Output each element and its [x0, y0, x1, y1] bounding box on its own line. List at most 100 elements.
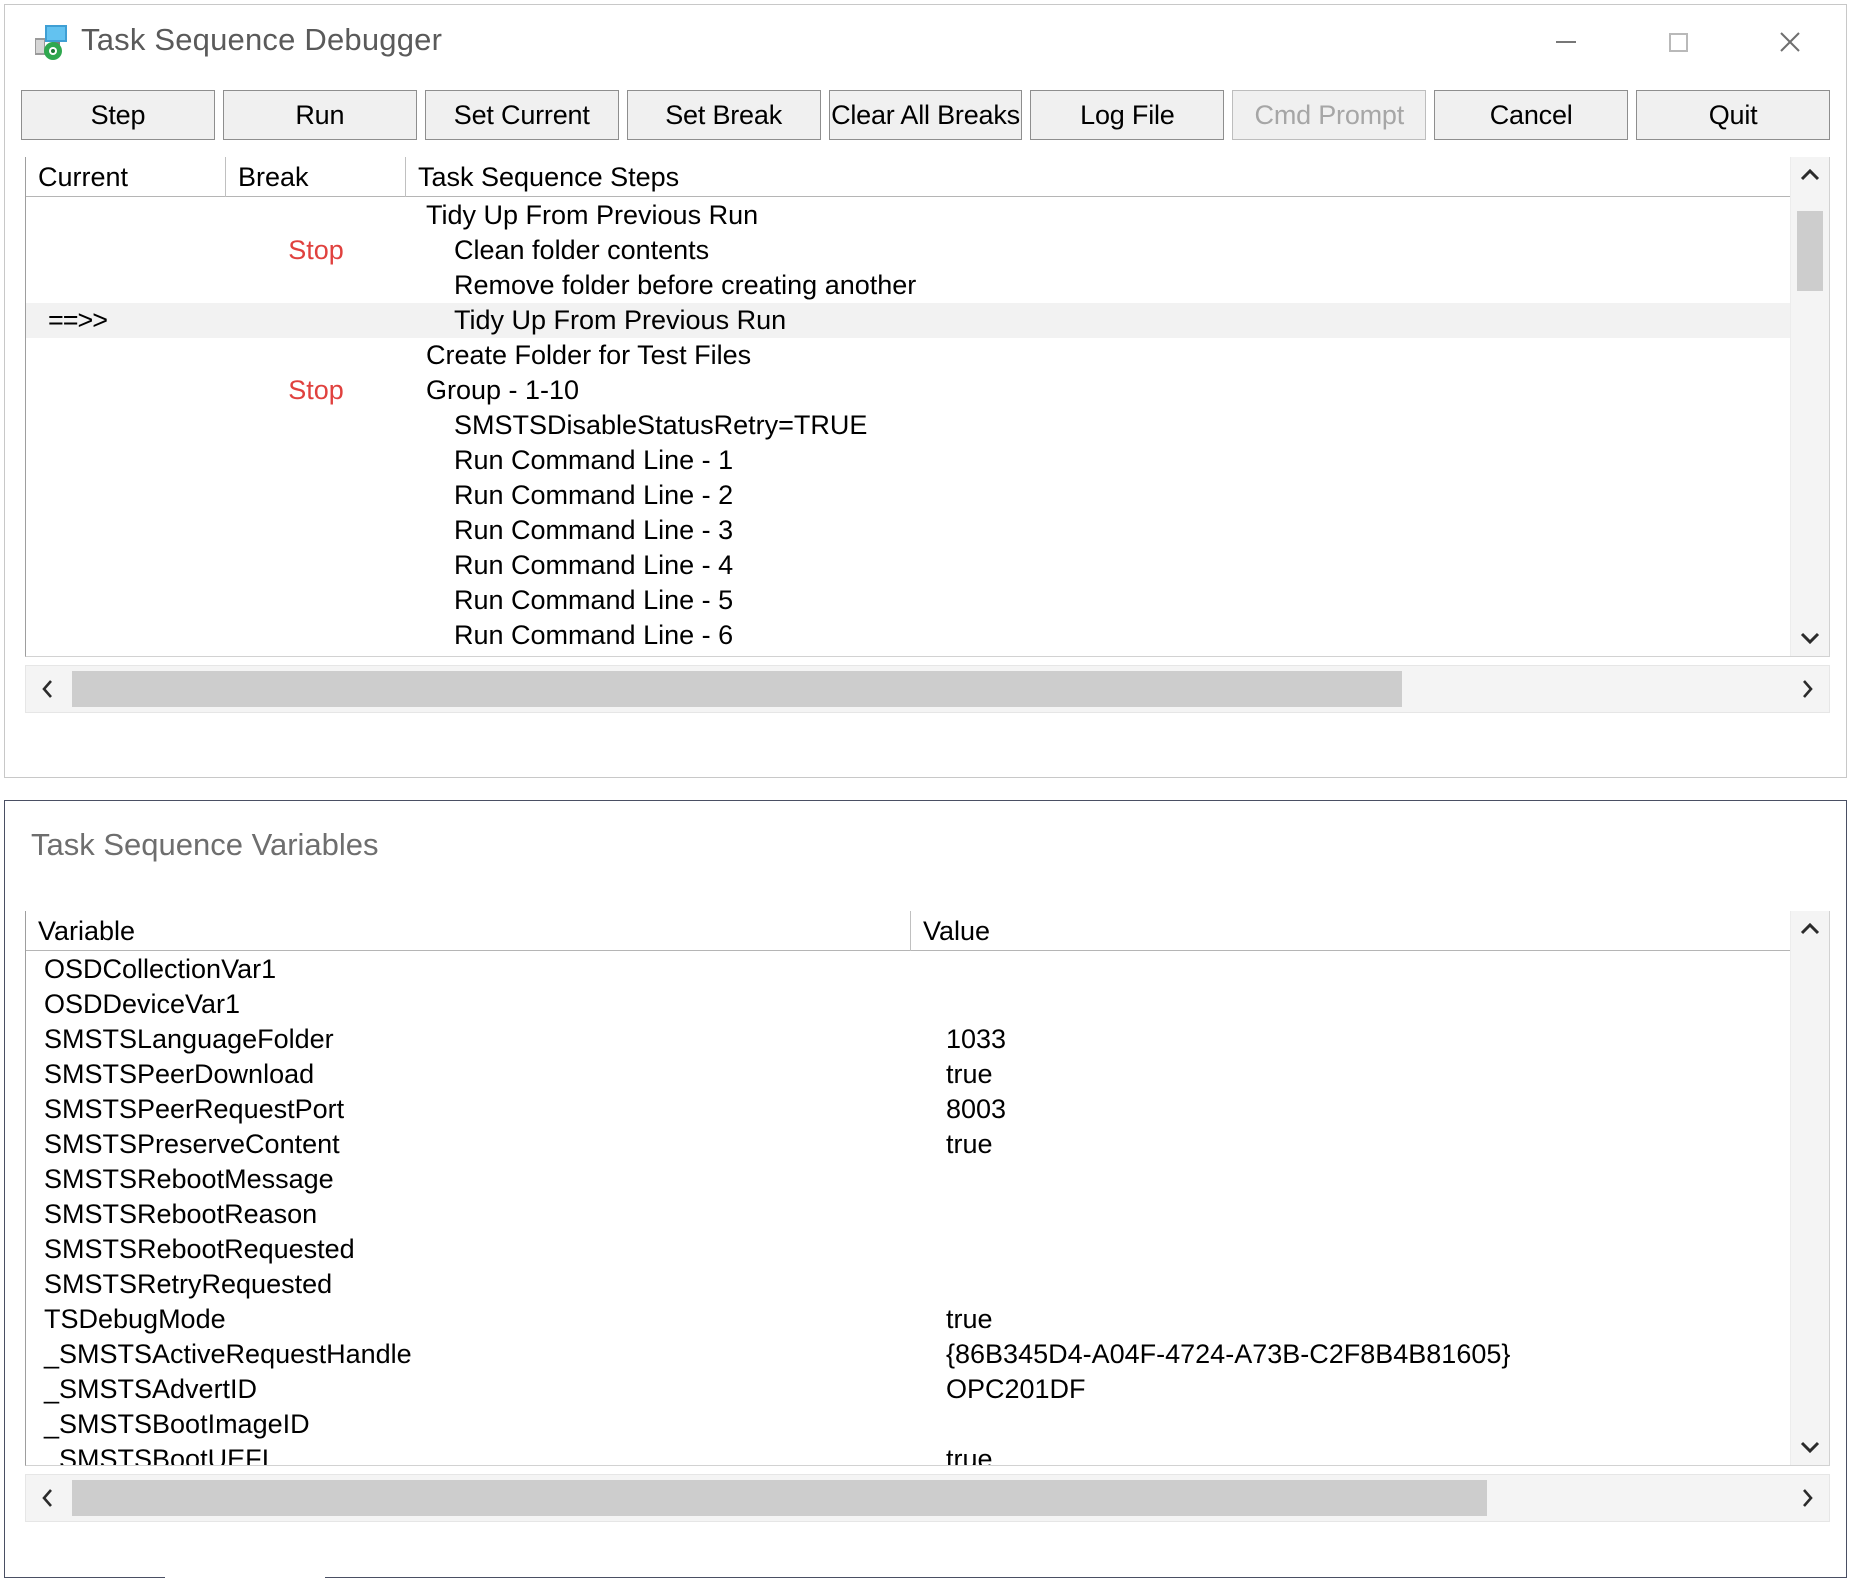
- scroll-down-icon[interactable]: [1791, 620, 1829, 656]
- step-name: SMSTSDisableStatusRetry=TRUE: [454, 408, 867, 443]
- task-step-row[interactable]: Run Command Line - 4: [26, 548, 1791, 583]
- window-bottom-edge: [165, 1577, 325, 1583]
- steps-rows-container: Tidy Up From Previous Run Stop Clean folde…: [26, 198, 1791, 656]
- variable-value: OPC201DF: [946, 1372, 1086, 1407]
- scroll-left-icon[interactable]: [26, 1475, 70, 1521]
- variables-panel-title: Task Sequence Variables: [31, 827, 379, 863]
- steps-horizontal-scrollbar[interactable]: [25, 665, 1830, 713]
- variable-name: SMSTSRebootRequested: [44, 1232, 355, 1267]
- variable-name: OSDDeviceVar1: [44, 987, 240, 1022]
- variables-vertical-scrollbar[interactable]: [1790, 911, 1829, 1465]
- variable-row[interactable]: SMSTSPeerDownload true: [26, 1057, 1791, 1092]
- set-current-button[interactable]: Set Current: [425, 90, 619, 140]
- variable-row[interactable]: SMSTSRetryRequested: [26, 1267, 1791, 1302]
- task-step-row[interactable]: Remove folder before creating another: [26, 268, 1791, 303]
- task-step-row[interactable]: SMSTSDisableStatusRetry=TRUE: [26, 408, 1791, 443]
- scroll-right-icon[interactable]: [1785, 666, 1829, 712]
- scroll-right-icon[interactable]: [1785, 1475, 1829, 1521]
- variable-value: 1033: [946, 1022, 1006, 1057]
- scroll-up-icon[interactable]: [1791, 911, 1829, 947]
- step-name: Run Command Line - 4: [454, 548, 733, 583]
- variable-row[interactable]: SMSTSPreserveContent true: [26, 1127, 1791, 1162]
- task-step-row[interactable]: Run Command Line - 1: [26, 443, 1791, 478]
- task-sequence-variables-listview: Variable Value OSDCollectionVar1OSDDevic…: [25, 911, 1830, 1466]
- column-header-value[interactable]: Value: [911, 911, 1791, 951]
- log-file-button[interactable]: Log File: [1030, 90, 1224, 140]
- maximize-icon[interactable]: [1622, 5, 1734, 79]
- task-step-row[interactable]: StopGroup - 1-10: [26, 373, 1791, 408]
- variable-row[interactable]: _SMSTSBootUEFItrue: [26, 1442, 1791, 1465]
- variable-name: SMSTSPreserveContent: [44, 1127, 340, 1162]
- variable-row[interactable]: _SMSTSActiveRequestHandle {86B345D4-A04F-…: [26, 1337, 1791, 1372]
- task-step-row[interactable]: Run Command Line - 5: [26, 583, 1791, 618]
- scroll-up-icon[interactable]: [1791, 157, 1829, 193]
- steps-scroll-thumb[interactable]: [1797, 211, 1823, 291]
- variable-row[interactable]: SMSTSLanguageFolder1033: [26, 1022, 1791, 1057]
- scroll-down-icon[interactable]: [1791, 1429, 1829, 1465]
- step-name: Tidy Up From Previous Run: [454, 303, 786, 338]
- scroll-left-icon[interactable]: [26, 666, 70, 712]
- steps-hscroll-thumb[interactable]: [72, 671, 1402, 707]
- step-break-marker: Stop: [231, 233, 401, 268]
- variable-row[interactable]: _SMSTSAdvertID OPC201DF: [26, 1372, 1791, 1407]
- step-break-marker: Stop: [231, 373, 401, 408]
- step-name: Tidy Up From Previous Run: [426, 198, 758, 233]
- run-button[interactable]: Run: [223, 90, 417, 140]
- variable-name: _SMSTSActiveRequestHandle: [44, 1337, 412, 1372]
- cmd-prompt-button: Cmd Prompt: [1232, 90, 1426, 140]
- variable-name: TSDebugMode: [44, 1302, 226, 1337]
- step-current-marker: ==>>: [48, 303, 228, 338]
- task-step-row[interactable]: Run Command Line - 2: [26, 478, 1791, 513]
- variable-row[interactable]: SMSTSPeerRequestPort8003: [26, 1092, 1791, 1127]
- variable-value: true: [946, 1057, 993, 1092]
- variable-row[interactable]: TSDebugModetrue: [26, 1302, 1791, 1337]
- step-name: Run Command Line - 7: [454, 653, 733, 656]
- window-controls: [1510, 5, 1846, 79]
- steps-vertical-scrollbar[interactable]: [1790, 157, 1829, 656]
- step-name: Run Command Line - 3: [454, 513, 733, 548]
- task-step-row[interactable]: Run Command Line - 7: [26, 653, 1791, 656]
- variable-row[interactable]: SMSTSRebootMessage: [26, 1162, 1791, 1197]
- variables-horizontal-scrollbar[interactable]: [25, 1474, 1830, 1522]
- window-title: Task Sequence Debugger: [81, 22, 442, 58]
- variable-row[interactable]: _SMSTSBootImageID: [26, 1407, 1791, 1442]
- variable-value: {86B345D4-A04F-4724-A73B-C2F8B4B81605}: [946, 1337, 1510, 1372]
- task-sequence-debugger-window: Task Sequence Debugger Step Run: [4, 4, 1847, 778]
- variable-name: _SMSTSAdvertID: [44, 1372, 257, 1407]
- step-name: Create Folder for Test Files: [426, 338, 751, 373]
- variable-name: _SMSTSBootImageID: [44, 1407, 310, 1442]
- step-name: Run Command Line - 6: [454, 618, 733, 653]
- variable-name: SMSTSPeerDownload: [44, 1057, 314, 1092]
- title-bar: Task Sequence Debugger: [5, 5, 1846, 79]
- variable-row[interactable]: SMSTSRebootReason: [26, 1197, 1791, 1232]
- variable-name: _SMSTSBootUEFI: [44, 1442, 269, 1465]
- variable-name: SMSTSRebootMessage: [44, 1162, 334, 1197]
- column-header-variable[interactable]: Variable: [26, 911, 911, 951]
- column-header-task-sequence-steps[interactable]: Task Sequence Steps: [406, 157, 1791, 197]
- variable-row[interactable]: OSDCollectionVar1: [26, 952, 1791, 987]
- cancel-button[interactable]: Cancel: [1434, 90, 1628, 140]
- quit-button[interactable]: Quit: [1636, 90, 1830, 140]
- variable-row[interactable]: OSDDeviceVar1: [26, 987, 1791, 1022]
- variables-hscroll-thumb[interactable]: [72, 1480, 1487, 1516]
- task-sequence-steps-listview: Current Break Task Sequence Steps Tidy U…: [25, 157, 1830, 657]
- variable-value: true: [946, 1127, 993, 1162]
- set-break-button[interactable]: Set Break: [627, 90, 821, 140]
- variable-name: SMSTSRetryRequested: [44, 1267, 332, 1302]
- variable-row[interactable]: SMSTSRebootRequested: [26, 1232, 1791, 1267]
- minimize-icon[interactable]: [1510, 5, 1622, 79]
- task-step-row[interactable]: Run Command Line - 6: [26, 618, 1791, 653]
- task-step-row[interactable]: Tidy Up From Previous Run: [26, 198, 1791, 233]
- task-step-row[interactable]: ==>> Tidy Up From Previous Run: [26, 303, 1791, 338]
- clear-all-breaks-button[interactable]: Clear All Breaks: [829, 90, 1023, 140]
- column-header-current[interactable]: Current: [26, 157, 226, 197]
- step-name: Run Command Line - 1: [454, 443, 733, 478]
- close-icon[interactable]: [1734, 5, 1846, 79]
- task-step-row[interactable]: Stop Clean folder contents: [26, 233, 1791, 268]
- step-button[interactable]: Step: [21, 90, 215, 140]
- step-name: Clean folder contents: [454, 233, 709, 268]
- variable-name: SMSTSPeerRequestPort: [44, 1092, 344, 1127]
- task-step-row[interactable]: Run Command Line - 3: [26, 513, 1791, 548]
- task-step-row[interactable]: Create Folder for Test Files: [26, 338, 1791, 373]
- column-header-break[interactable]: Break: [226, 157, 406, 197]
